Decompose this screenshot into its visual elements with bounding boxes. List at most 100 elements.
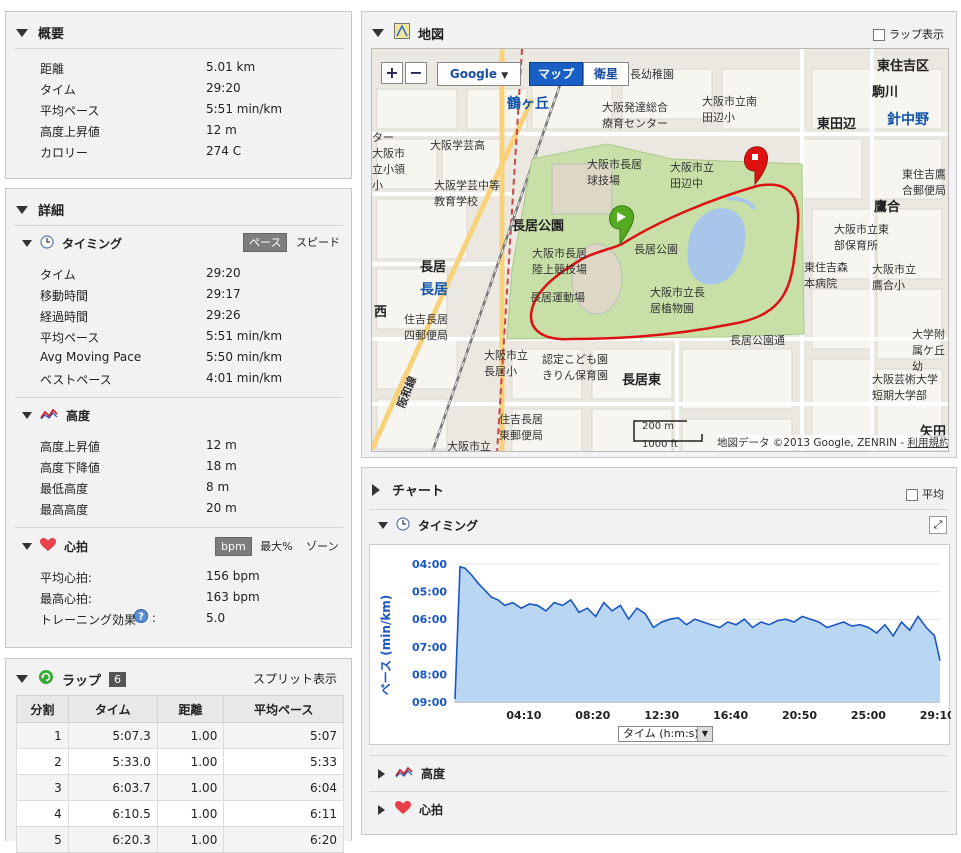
pace-area xyxy=(455,566,940,702)
table-cell: 6:04 xyxy=(223,774,344,801)
map-label-osaka-es: 大阪市立 xyxy=(447,440,491,452)
divider xyxy=(14,48,343,49)
laps-column-header[interactable]: タイム xyxy=(67,695,158,723)
collapse-triangle-icon[interactable] xyxy=(372,29,384,37)
table-cell: 1.00 xyxy=(156,774,225,801)
table-cell: 4 xyxy=(16,800,69,827)
collapse-triangle-icon[interactable] xyxy=(16,675,28,683)
stat-value: 18 m xyxy=(206,459,237,473)
average-label: 平均 xyxy=(922,488,944,501)
map-label-geidai: 大阪芸術大学短期大学部 xyxy=(872,373,938,402)
stat-label: Avg Moving Pace xyxy=(40,350,142,364)
table-row[interactable]: 5 6:20.3 1.00 6:20 xyxy=(16,826,344,853)
bpm-toggle-button[interactable]: bpm xyxy=(215,537,252,556)
stat-label: 距離 xyxy=(40,62,65,76)
laps-panel: ラップ 6 スプリット表示 分割 タイム 距離 平均ペース 1 5:07.3 1.00 5:… xyxy=(5,658,352,853)
laps-column-header[interactable]: 距離 xyxy=(156,695,225,723)
summary-header[interactable]: 概要 xyxy=(16,23,64,42)
satellite-type-button[interactable]: 衛星 xyxy=(583,62,629,86)
chevron-down-icon: ▼ xyxy=(697,727,712,741)
provider-label: Google xyxy=(449,67,498,81)
speed-toggle-button[interactable]: スピード xyxy=(291,234,345,251)
heart-title: 心拍 xyxy=(64,540,89,554)
expand-chart-icon[interactable]: ⤢ xyxy=(929,516,947,534)
table-cell: 6:03.7 xyxy=(67,774,158,801)
stat-value: 5:51 min/km xyxy=(206,329,283,343)
table-cell: 1.00 xyxy=(156,826,225,853)
checkbox-icon[interactable] xyxy=(873,29,885,41)
provider-select[interactable]: Google ▼ xyxy=(437,62,521,86)
map-label-koendori: 長居公園通 xyxy=(730,334,785,347)
stat-value: 8 m xyxy=(206,480,230,494)
map-label-takaai-es: 大阪市立鷹合小 xyxy=(872,263,916,292)
stat-label: 平均心拍: xyxy=(40,571,93,585)
y-tick-label: 09:00 xyxy=(412,696,447,709)
laps-column-header[interactable]: 分割 xyxy=(16,695,69,723)
collapse-triangle-icon[interactable] xyxy=(22,543,32,550)
expand-triangle-icon[interactable] xyxy=(372,483,380,496)
map-type-button[interactable]: マップ xyxy=(529,62,583,86)
table-row[interactable]: 4 6:10.5 1.00 6:11 xyxy=(16,800,344,827)
map-label-osaka-center: 大阪発達総合療育センター xyxy=(602,101,668,130)
collapse-triangle-icon[interactable] xyxy=(16,28,28,37)
map-label-undojo: 長居運動場 xyxy=(530,291,585,304)
split-view-link[interactable]: スプリット表示 xyxy=(253,670,337,687)
zone-toggle-button[interactable]: ゾーン xyxy=(301,538,343,555)
chart-elevation-subheader[interactable]: 高度 xyxy=(378,765,445,782)
collapse-triangle-icon[interactable] xyxy=(22,412,32,419)
lap-display-checkbox[interactable]: ラップ表示 xyxy=(873,26,944,42)
collapse-triangle-icon[interactable] xyxy=(378,522,388,529)
info-icon[interactable]: ? xyxy=(134,609,148,626)
details-header[interactable]: 詳細 xyxy=(16,200,64,219)
divider xyxy=(14,397,343,398)
laps-table: 分割 タイム 距離 平均ペース 1 5:07.3 1.00 5:07 2 5:33.0 1.00 5… xyxy=(16,695,344,853)
elevation-title: 高度 xyxy=(66,409,91,423)
stat-label: 最高心拍: xyxy=(40,592,93,606)
table-row[interactable]: 2 5:33.0 1.00 5:33 xyxy=(16,748,344,775)
map-label-takaai-post: 東住吉鷹合郵便局 xyxy=(902,168,946,197)
collapse-triangle-icon[interactable] xyxy=(22,240,32,247)
timing-subheader[interactable]: タイミング xyxy=(22,235,122,252)
table-cell: 6:20.3 xyxy=(67,826,158,853)
table-row[interactable]: 1 5:07.3 1.00 5:07 xyxy=(16,722,344,749)
map-label-takaai: 鷹合 xyxy=(874,200,901,215)
table-cell: 1.00 xyxy=(156,748,225,775)
y-tick-label: 07:00 xyxy=(412,641,447,654)
terms-link[interactable]: 利用規約 xyxy=(908,437,949,449)
heart-subheader[interactable]: 心拍 xyxy=(22,538,88,555)
map-view[interactable]: + − Google ▼ マップ 衛星 鶴ヶ丘 長居公園 長居 長居 東住吉区 … xyxy=(371,48,949,452)
expand-triangle-icon[interactable] xyxy=(378,768,385,779)
map-label-hoikusho: 大阪市立東部保育所 xyxy=(834,223,889,252)
chart-header[interactable]: チャート xyxy=(372,480,444,499)
x-axis-selector[interactable]: タイム (h:m:s) ▼ xyxy=(618,726,713,742)
max-percent-toggle-button[interactable]: 最大% xyxy=(255,538,297,555)
stat-value: 20 m xyxy=(206,501,237,515)
laps-column-header[interactable]: 平均ペース xyxy=(223,695,344,723)
chart-panel: チャート 平均 タイミング ⤢ 04:00 05:00 06:00 07:00 08:0… xyxy=(361,467,957,835)
laps-header[interactable]: ラップ 6 xyxy=(16,669,127,689)
expand-triangle-icon[interactable] xyxy=(378,804,385,815)
elevation-subheader[interactable]: 高度 xyxy=(22,407,90,424)
map-header[interactable]: 地図 xyxy=(372,23,444,43)
stat-value: 29:20 xyxy=(206,266,241,280)
chart-timing-subheader[interactable]: タイミング xyxy=(378,517,478,534)
map-title: 地図 xyxy=(418,27,445,43)
zoom-out-button[interactable]: − xyxy=(405,62,427,84)
collapse-triangle-icon[interactable] xyxy=(16,205,28,214)
divider xyxy=(370,791,948,792)
pace-toggle-button[interactable]: ペース xyxy=(243,233,288,252)
table-cell: 6:20 xyxy=(223,826,344,853)
table-row[interactable]: 3 6:03.7 1.00 6:04 xyxy=(16,774,344,801)
zoom-in-button[interactable]: + xyxy=(381,62,403,84)
checkbox-icon[interactable] xyxy=(906,489,918,501)
stat-value: 5:50 min/km xyxy=(206,350,283,364)
chart-heart-subheader[interactable]: 心拍 xyxy=(378,801,443,818)
map-label-post-nagai: 住吉長居四郵便局 xyxy=(404,313,448,342)
map-label-nagai-es: 大阪市立長居小 xyxy=(484,349,528,378)
map-label-nagaihigashi: 長居東 xyxy=(622,373,662,388)
average-checkbox[interactable]: 平均 xyxy=(906,486,944,502)
stat-value: 12 m xyxy=(206,438,237,452)
stat-label: 高度上昇値 xyxy=(40,440,101,454)
timing-title: タイミング xyxy=(62,237,123,251)
y-tick-label: 05:00 xyxy=(412,586,447,599)
